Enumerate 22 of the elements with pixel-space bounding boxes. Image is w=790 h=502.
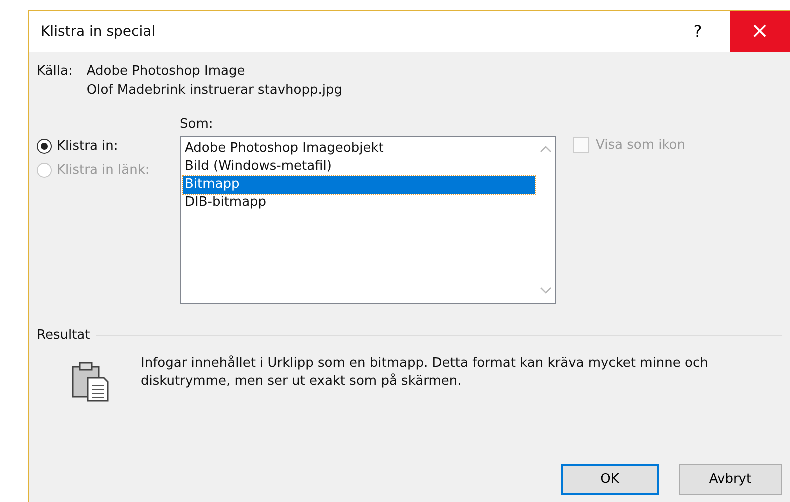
source-text: Olof Madebrink instruerar stavhopp.jpg xyxy=(86,83,342,98)
list-item[interactable]: DIB-bitmapp xyxy=(183,194,535,212)
radio-label: Klistra in länk: xyxy=(57,163,150,178)
scroll-down-icon[interactable] xyxy=(540,287,552,295)
close-button[interactable]: × xyxy=(730,11,790,52)
source-label: Källa: xyxy=(37,64,73,81)
result-description: Infogar innehållet i Urklipp som en bitmapp. Detta format kan kräva mycket minne och diskutrymme, men ser ut exakt som på skärmen. xyxy=(141,355,710,391)
radio-button[interactable] xyxy=(37,139,52,154)
clipboard-icon xyxy=(71,361,111,403)
radio-label: Klistra in: xyxy=(57,139,118,154)
window-title: Klistra in special xyxy=(41,24,157,40)
checkbox-label: Visa som ikon xyxy=(596,138,686,152)
cancel-button[interactable]: Avbryt xyxy=(679,464,782,495)
list-item[interactable]: Bild (Windows-metafil) xyxy=(183,158,535,176)
list-item[interactable]: Bitmapp xyxy=(183,176,535,194)
list-item[interactable]: Adobe Photoshop Imageobjekt xyxy=(183,140,535,158)
help-button[interactable]: ? xyxy=(678,11,718,52)
list-label: Som: xyxy=(180,117,214,132)
scroll-up-icon[interactable] xyxy=(540,145,552,153)
group-label: Resultat xyxy=(37,328,90,343)
ok-button[interactable]: OK xyxy=(561,464,659,495)
source-text: Adobe Photoshop Image xyxy=(86,64,246,79)
